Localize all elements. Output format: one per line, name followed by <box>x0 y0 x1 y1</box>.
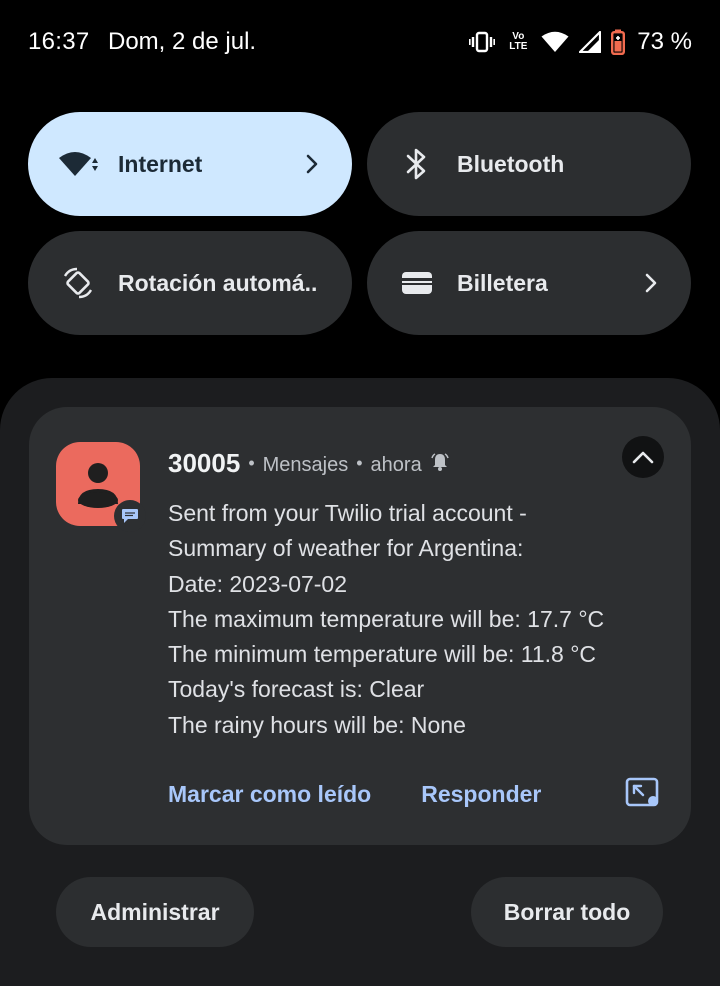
notification-line: The maximum temperature will be: 17.7 °C <box>168 605 605 632</box>
chevron-right-icon <box>645 273 657 293</box>
notification-body: Sent from your Twilio trial account - Su… <box>168 496 658 743</box>
notification-sender: 30005 <box>168 447 241 478</box>
tile-auto-rotate-label: Rotación automá.. <box>118 269 318 296</box>
status-time: 16:37 <box>28 28 90 55</box>
notification-line: Summary of weather for Argentina: <box>168 535 524 562</box>
bell-icon <box>430 452 450 477</box>
tile-internet-label: Internet <box>118 150 203 177</box>
collapse-button[interactable] <box>622 436 664 478</box>
notification-line: Today's forecast is: Clear <box>168 676 425 703</box>
volte-label-bottom: LTE <box>509 41 528 52</box>
chevron-up-icon <box>632 451 654 464</box>
wifi-icon <box>56 142 100 186</box>
battery-percent: 73 % <box>637 28 692 55</box>
clear-all-button[interactable]: Borrar todo <box>471 877 663 947</box>
auto-rotate-icon <box>56 261 100 305</box>
separator-dot: • <box>248 452 255 473</box>
volte-icon: Vo LTE <box>505 32 531 52</box>
messages-badge <box>114 500 146 532</box>
reply-button[interactable]: Responder <box>421 781 541 808</box>
mark-as-read-button[interactable]: Marcar como leído <box>168 781 371 808</box>
notification-line: Date: 2023-07-02 <box>168 570 348 597</box>
battery-saver-icon <box>611 29 626 55</box>
wallet-icon <box>395 261 439 305</box>
tile-internet[interactable]: Internet <box>28 112 352 216</box>
chevron-right-icon <box>306 154 318 174</box>
notification-time: ahora <box>370 453 422 476</box>
notification-actions: Marcar como leído Responder <box>168 778 541 810</box>
tile-wallet-label: Billetera <box>457 269 548 296</box>
notification-app-name: Mensajes <box>262 453 349 476</box>
tile-wallet[interactable]: Billetera <box>367 231 691 335</box>
tile-auto-rotate[interactable]: Rotación automá.. <box>28 231 352 335</box>
notification-line: The minimum temperature will be: 11.8 °C <box>168 641 597 668</box>
separator-dot: • <box>356 452 363 473</box>
wifi-icon <box>541 31 569 53</box>
notification-line: The rainy hours will be: None <box>168 711 466 738</box>
status-date: Dom, 2 de jul. <box>108 28 257 55</box>
bluetooth-icon <box>395 142 439 186</box>
cell-signal-icon <box>579 31 602 53</box>
tile-bluetooth[interactable]: Bluetooth <box>367 112 691 216</box>
tile-bluetooth-label: Bluetooth <box>457 150 565 177</box>
notification-header: 30005 • Mensajes • ahora <box>168 446 450 480</box>
chat-bubble-icon <box>122 509 138 523</box>
manage-button[interactable]: Administrar <box>56 877 254 947</box>
notification-line: Sent from your Twilio trial account - <box>168 500 527 526</box>
vibrate-icon <box>469 31 496 53</box>
notification-shade-screen: 16:37 Dom, 2 de jul. Vo LTE 73 % Interne… <box>0 0 720 986</box>
status-bar: 16:37 Dom, 2 de jul. Vo LTE 73 % <box>0 0 720 86</box>
bubble-pip-icon[interactable] <box>625 777 661 809</box>
status-icons: Vo LTE 73 % <box>469 26 692 58</box>
